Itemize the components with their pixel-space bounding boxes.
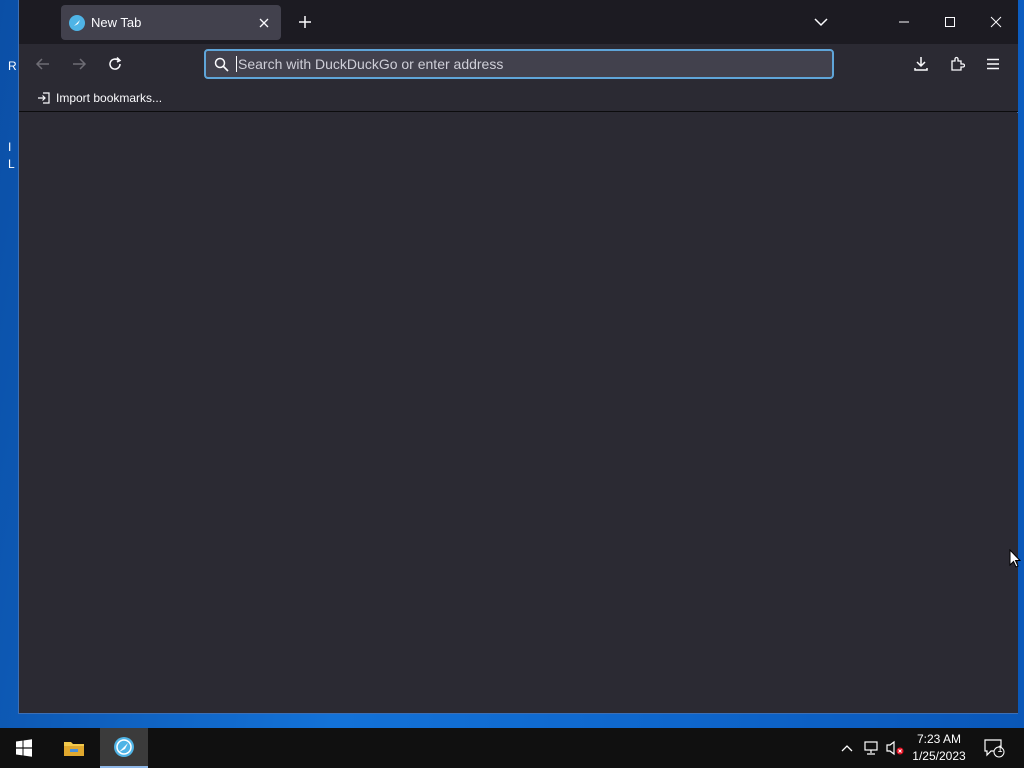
file-explorer-button[interactable] xyxy=(50,728,98,768)
volume-muted-icon xyxy=(886,740,904,756)
downloads-icon xyxy=(914,57,928,71)
close-icon xyxy=(990,16,1002,28)
show-hidden-icons-button[interactable] xyxy=(837,738,857,758)
new-tab-button[interactable] xyxy=(291,8,319,36)
forward-arrow-icon xyxy=(73,58,87,70)
action-center-button[interactable]: 1 xyxy=(982,738,1006,758)
downloads-button[interactable] xyxy=(905,50,937,78)
reload-button[interactable] xyxy=(99,50,131,78)
maximize-icon xyxy=(945,17,955,27)
address-input[interactable] xyxy=(238,56,832,72)
back-button[interactable] xyxy=(27,50,59,78)
desktop-icon-label-peek: L xyxy=(8,157,15,171)
minimize-icon xyxy=(899,21,909,23)
mouse-cursor-icon xyxy=(1009,549,1021,568)
chevron-up-icon xyxy=(841,745,853,752)
browser-icon xyxy=(114,737,134,757)
app-menu-button[interactable] xyxy=(977,50,1009,78)
network-icon xyxy=(864,741,878,755)
forward-button[interactable] xyxy=(63,50,95,78)
tab-list-button[interactable] xyxy=(807,8,835,36)
address-bar[interactable] xyxy=(204,49,834,79)
desktop-icon-label-peek: I xyxy=(8,140,12,154)
import-icon xyxy=(38,92,50,104)
tab-new-tab[interactable]: New Tab xyxy=(61,5,281,40)
text-caret xyxy=(236,56,237,72)
tab-list-icon xyxy=(814,18,828,27)
minimize-button[interactable] xyxy=(881,0,927,44)
browser-window: New Tab Search with DuckDuckGo or enter … xyxy=(18,0,1018,714)
back-arrow-icon xyxy=(35,58,49,70)
browser-logo-icon xyxy=(69,14,85,31)
import-bookmarks-label: Import bookmarks... xyxy=(56,91,163,105)
import-bookmarks-button[interactable]: Import bookmarks... xyxy=(37,88,162,108)
extensions-icon xyxy=(951,56,965,71)
browser-taskbar-button[interactable] xyxy=(100,728,148,768)
search-icon xyxy=(212,55,230,73)
close-tab-icon[interactable] xyxy=(255,14,273,32)
navigation-toolbar xyxy=(19,44,1018,84)
tab-title: New Tab xyxy=(91,15,142,30)
clock-date: 1/25/2023 xyxy=(912,749,966,763)
start-button[interactable] xyxy=(0,728,48,768)
volume-tray-button[interactable] xyxy=(885,738,905,758)
reload-icon xyxy=(109,56,122,70)
clock-time: 7:23 AM xyxy=(916,732,962,746)
start-icon xyxy=(16,739,32,757)
desktop-icon-label-peek: R xyxy=(8,59,17,73)
close-window-button[interactable] xyxy=(973,0,1019,44)
file-explorer-icon xyxy=(64,742,84,756)
plus-icon xyxy=(299,16,311,28)
extensions-button[interactable] xyxy=(941,50,973,78)
network-tray-button[interactable] xyxy=(861,738,881,758)
notification-count: 1 xyxy=(997,744,1003,754)
title-bar: New Tab xyxy=(19,0,1018,44)
taskbar: 7:23 AM 1/25/2023 1 xyxy=(0,728,1024,768)
taskbar-clock[interactable]: 7:23 AM 1/25/2023 xyxy=(906,731,972,765)
menu-icon xyxy=(987,58,999,70)
bookmarks-toolbar: Import bookmarks... xyxy=(19,84,1018,112)
page-content[interactable] xyxy=(19,113,1018,713)
maximize-button[interactable] xyxy=(927,0,973,44)
